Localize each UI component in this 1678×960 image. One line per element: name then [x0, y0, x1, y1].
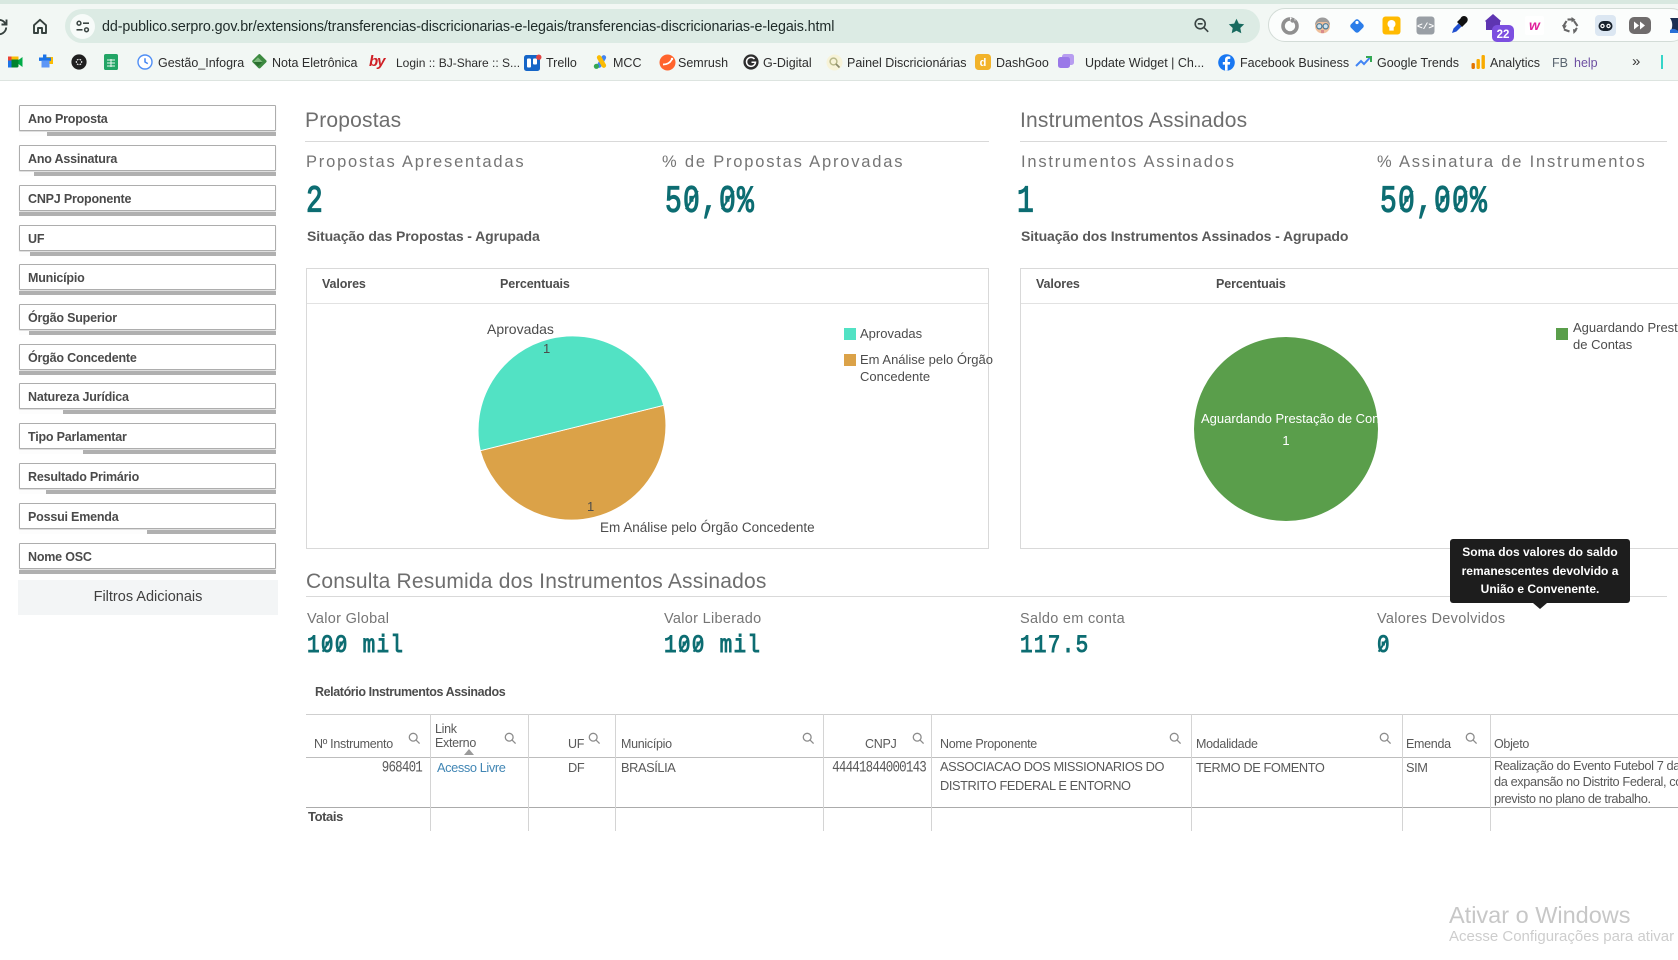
- svg-text:22: 22: [1497, 29, 1510, 41]
- svg-text:</>: </>: [1417, 21, 1434, 32]
- svg-text:w: w: [1529, 17, 1541, 33]
- svg-text:d: d: [980, 57, 987, 69]
